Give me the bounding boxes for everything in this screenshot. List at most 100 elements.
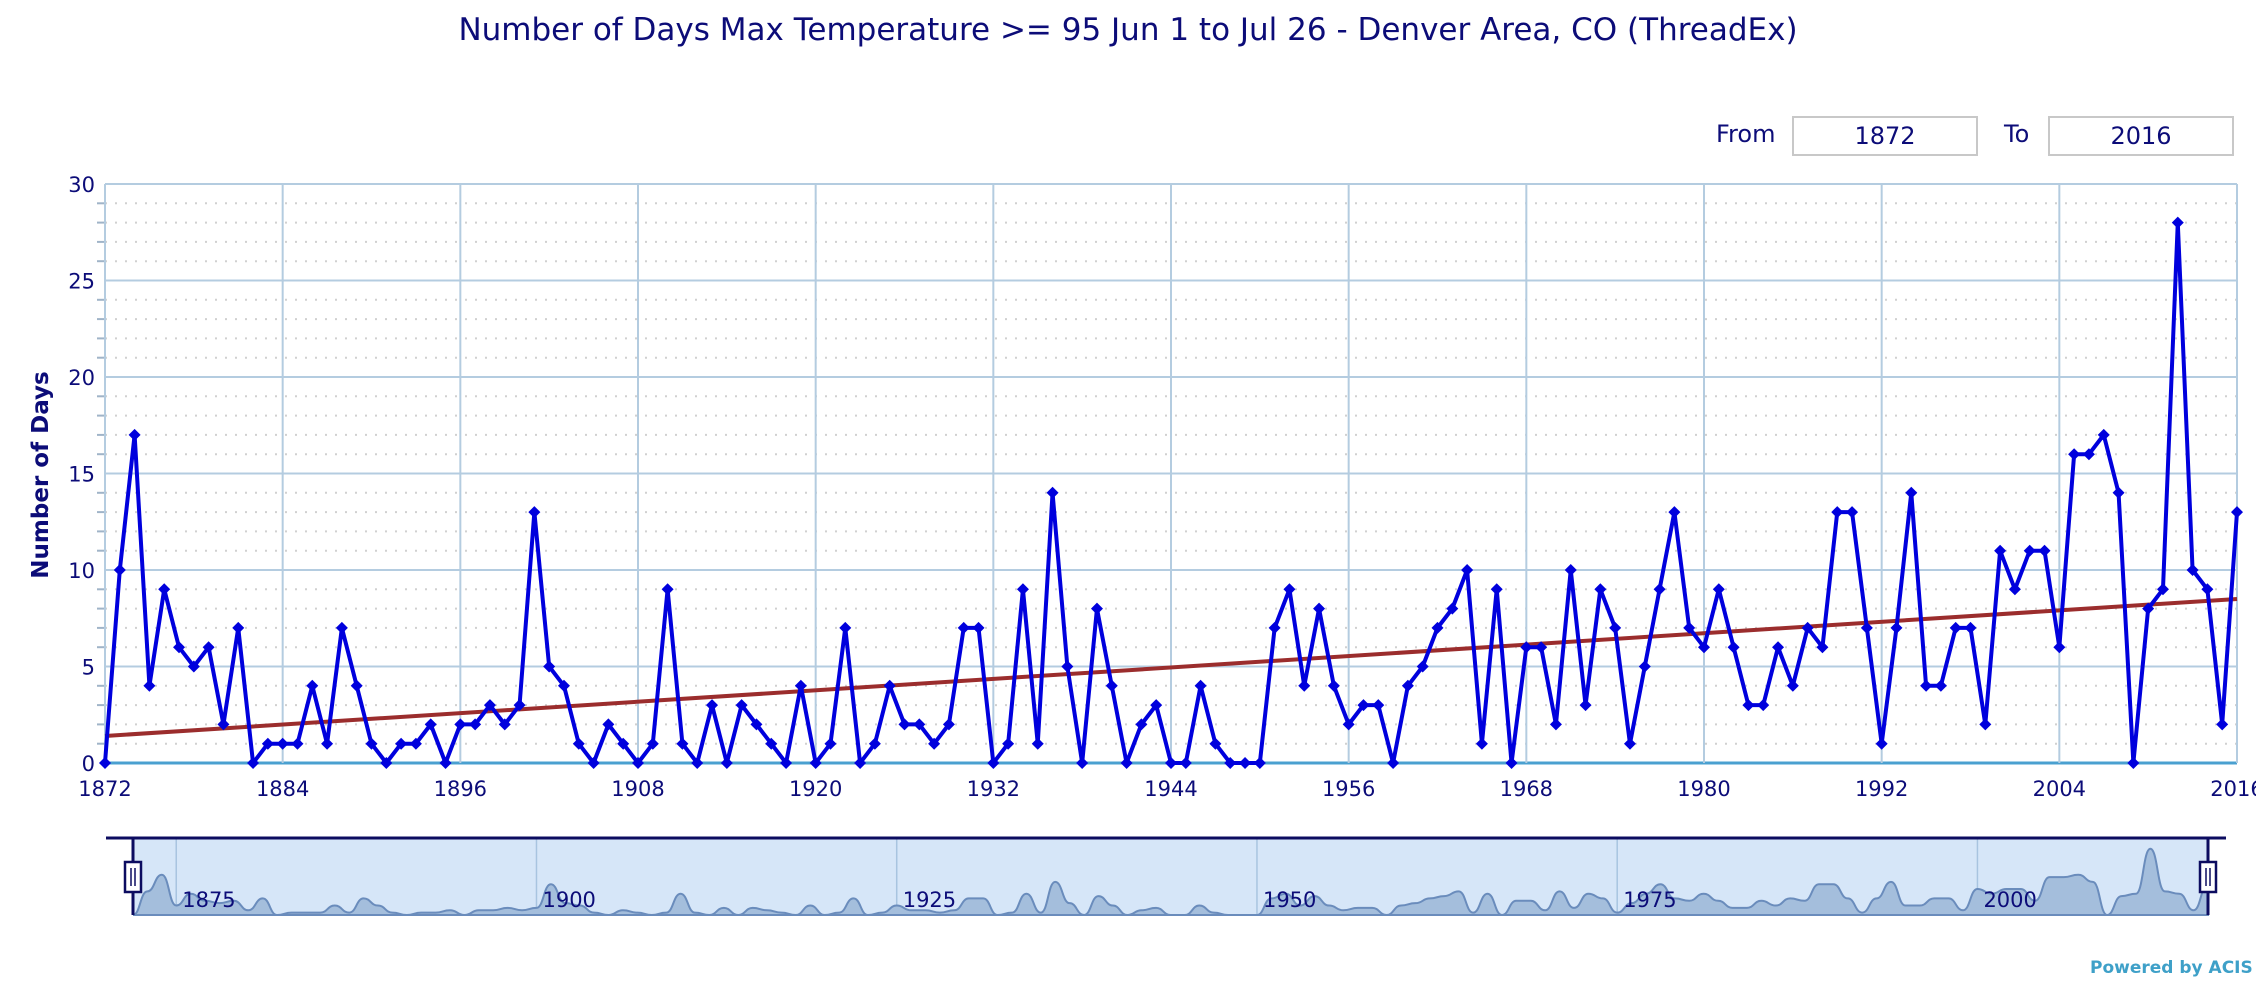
data-point-1999 <box>1979 718 1992 731</box>
data-point-1896 <box>454 718 467 731</box>
data-point-1986 <box>1786 679 1799 692</box>
data-point-1974 <box>1609 621 1622 634</box>
navigator-left-handle[interactable] <box>123 860 143 894</box>
data-point-1873 <box>113 564 126 576</box>
data-point-1984 <box>1757 699 1770 712</box>
data-point-2016 <box>2231 506 2243 519</box>
data-point-2002 <box>2023 544 2036 557</box>
powered-by-acis-link[interactable]: Powered by ACIS <box>2090 958 2253 978</box>
data-point-1995 <box>1920 679 1933 692</box>
data-point-1983 <box>1742 699 1755 712</box>
data-point-1913 <box>706 699 719 712</box>
data-point-1885 <box>291 737 304 750</box>
y-tick-label: 20 <box>68 366 95 390</box>
data-point-1935 <box>1031 737 1044 750</box>
data-point-1914 <box>720 757 733 769</box>
data-point-2015 <box>2216 718 2229 731</box>
data-point-1998 <box>1964 621 1977 634</box>
data-point-1940 <box>1105 679 1118 692</box>
chart-svg: 0 5 10 15 20 25 30 1872 1884 1896 1908 1920 1932 194… <box>28 173 2256 917</box>
data-point-1982 <box>1727 641 1740 654</box>
y-axis-ticks: 0 5 10 15 20 25 30 <box>68 173 95 776</box>
y-tick-label: 25 <box>68 270 95 294</box>
data-point-1951 <box>1268 621 1281 634</box>
data-point-1895 <box>439 757 452 769</box>
data-point-1970 <box>1549 718 1562 731</box>
data-point-1949 <box>1239 757 1252 769</box>
navigator-label: 1900 <box>542 888 595 912</box>
data-point-1954 <box>1313 602 1326 615</box>
data-point-1993 <box>1890 621 1903 634</box>
data-point-1887 <box>321 737 334 750</box>
data-point-2012 <box>2171 216 2184 229</box>
data-point-1997 <box>1949 621 1962 634</box>
x-tick-label: 1884 <box>256 777 309 801</box>
x-tick-label: 2004 <box>2033 777 2086 801</box>
data-point-1952 <box>1283 583 1296 596</box>
data-point-2009 <box>2127 757 2140 769</box>
navigator-label: 2000 <box>1983 888 2036 912</box>
data-point-1945 <box>1179 757 1192 769</box>
data-point-1931 <box>972 621 985 634</box>
data-point-2003 <box>2038 544 2051 557</box>
data-point-1944 <box>1165 757 1177 769</box>
data-point-1972 <box>1579 699 1592 712</box>
x-tick-label: 1980 <box>1677 777 1730 801</box>
data-point-1936 <box>1046 486 1059 499</box>
data-point-1881 <box>232 621 245 634</box>
navigator-label: 1925 <box>903 888 956 912</box>
data-point-1975 <box>1623 737 1636 750</box>
y-tick-label: 5 <box>82 656 95 680</box>
navigator-label: 1875 <box>182 888 235 912</box>
data-point-2000 <box>1994 544 2007 557</box>
data-point-1886 <box>306 679 319 692</box>
data-point-1953 <box>1298 679 1311 692</box>
data-point-1946 <box>1194 679 1207 692</box>
data-point-1955 <box>1327 679 1340 692</box>
data-point-1941 <box>1120 757 1133 769</box>
navigator-right-handle[interactable] <box>2198 860 2218 894</box>
y-tick-label: 0 <box>82 752 95 776</box>
x-tick-label: 1944 <box>1144 777 1197 801</box>
y-tick-label: 30 <box>68 173 95 197</box>
data-point-1925 <box>883 679 896 692</box>
data-point-1989 <box>1831 506 1844 519</box>
data-point-1992 <box>1875 737 1888 750</box>
major-gridlines <box>104 183 2238 765</box>
data-point-2004 <box>2053 641 2066 654</box>
x-tick-label: 1992 <box>1855 777 1908 801</box>
data-point-1985 <box>1772 641 1785 654</box>
data-point-1910 <box>661 583 674 596</box>
x-axis-ticks: 1872 1884 1896 1908 1920 1932 1944 1956 1968 1980… <box>78 777 2256 801</box>
data-point-1939 <box>1090 602 1103 615</box>
y-tick-label: 10 <box>68 559 95 583</box>
data-point-2005 <box>2068 448 2081 461</box>
data-point-1978 <box>1668 506 1681 519</box>
data-point-1965 <box>1475 737 1488 750</box>
data-point-1964 <box>1461 564 1474 576</box>
data-point-1977 <box>1653 583 1666 596</box>
data-point-1872 <box>99 757 111 769</box>
y-tick-label: 15 <box>68 463 95 487</box>
navigator-label: 1975 <box>1623 888 1676 912</box>
data-point-2001 <box>2008 583 2021 596</box>
data-point-1967 <box>1505 757 1518 769</box>
data-point-1937 <box>1061 660 1074 673</box>
data-point-1930 <box>957 621 970 634</box>
data-point-1874 <box>128 428 141 441</box>
x-tick-label: 1908 <box>611 777 664 801</box>
navigator[interactable]: 1875 1900 1925 1950 1975 2000 <box>106 836 2226 917</box>
x-tick-label: 1968 <box>1500 777 1553 801</box>
data-point-1981 <box>1712 583 1725 596</box>
data-point-1934 <box>1016 583 1029 596</box>
data-point-2008 <box>2112 486 2125 499</box>
data-point-1901 <box>528 506 541 519</box>
data-point-1889 <box>350 679 363 692</box>
data-point-1958 <box>1372 699 1385 712</box>
data-point-1976 <box>1638 660 1651 673</box>
data-point-1973 <box>1594 583 1607 596</box>
data-point-1884 <box>276 737 289 750</box>
x-tick-label: 1932 <box>967 777 1020 801</box>
navigator-label: 1950 <box>1263 888 1316 912</box>
data-point-1938 <box>1076 757 1089 769</box>
